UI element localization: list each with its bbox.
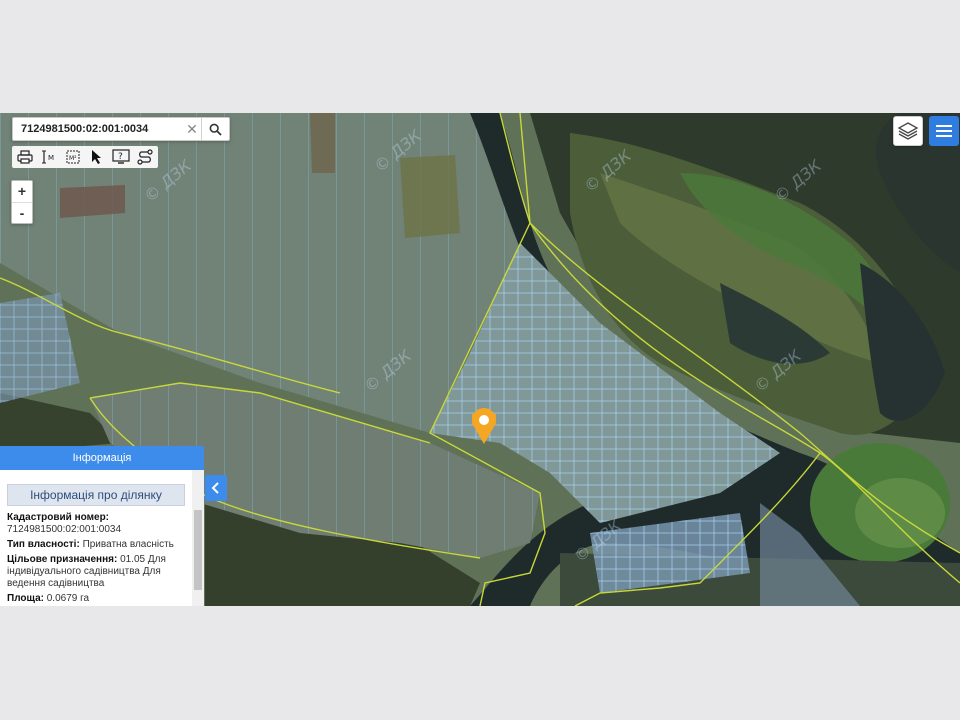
info-panel-scrollbar[interactable] xyxy=(192,470,204,606)
parcel-info-title: Інформація про ділянку xyxy=(7,484,185,506)
parcel-info-row: Площа: 0.0679 га xyxy=(7,593,185,605)
search-button[interactable] xyxy=(201,118,229,140)
hamburger-menu-icon xyxy=(936,125,952,137)
print-icon[interactable] xyxy=(14,146,36,168)
info-panel-header: Інформація xyxy=(0,446,204,470)
screen: © ДЗК © ДЗК © ДЗК © ДЗК © ДЗК © ДЗК © ДЗ… xyxy=(0,0,960,720)
search-icon xyxy=(209,123,222,136)
pointer-icon[interactable] xyxy=(86,146,108,168)
parcel-info-row: Цільове призначення: 01.05 Для індивідуа… xyxy=(7,554,185,590)
svg-text:?: ? xyxy=(118,152,123,162)
chevron-left-icon xyxy=(211,482,219,494)
area-label: Площа: xyxy=(7,593,44,604)
map-toolbar: M M² ? xyxy=(12,146,158,168)
parcel-info-row: Кадастровий номер: 7124981500:02:001:0034 xyxy=(7,512,185,536)
zoom-in-button[interactable]: + xyxy=(12,181,32,202)
measure-distance-icon[interactable]: M xyxy=(38,146,60,168)
search-box[interactable]: 7124981500:02:001:0034 ✕ xyxy=(12,117,230,141)
parcel-info-row: Тип власності: Приватна власність xyxy=(7,539,185,551)
zoom-out-button[interactable]: - xyxy=(12,202,32,223)
layers-button[interactable] xyxy=(893,116,923,146)
menu-button[interactable] xyxy=(929,116,959,146)
search-input[interactable]: 7124981500:02:001:0034 xyxy=(13,123,183,135)
area-value: 0.0679 га xyxy=(46,593,90,604)
ownership-type-label: Тип власності: xyxy=(7,539,80,550)
cadastral-number-label: Кадастровий номер: xyxy=(7,512,110,523)
ownership-type-value: Приватна власність xyxy=(82,539,174,550)
zoom-control: + - xyxy=(11,180,33,224)
route-icon[interactable] xyxy=(134,146,156,168)
svg-text:M: M xyxy=(48,154,54,162)
cadastral-number-value: 7124981500:02:001:0034 xyxy=(7,524,122,535)
svg-text:M²: M² xyxy=(69,155,77,162)
scrollbar-thumb[interactable] xyxy=(194,510,202,590)
clear-search-icon[interactable]: ✕ xyxy=(183,118,201,140)
info-panel: Інформація Інформація про ділянку Кадаст… xyxy=(0,446,204,606)
layers-icon xyxy=(897,122,919,140)
purpose-label: Цільове призначення: xyxy=(7,554,118,565)
collapse-panel-button[interactable] xyxy=(205,475,227,501)
measure-area-icon[interactable]: M² xyxy=(62,146,84,168)
info-panel-body: Інформація про ділянку Кадастровий номер… xyxy=(0,470,192,606)
help-info-icon[interactable]: ? xyxy=(110,146,132,168)
